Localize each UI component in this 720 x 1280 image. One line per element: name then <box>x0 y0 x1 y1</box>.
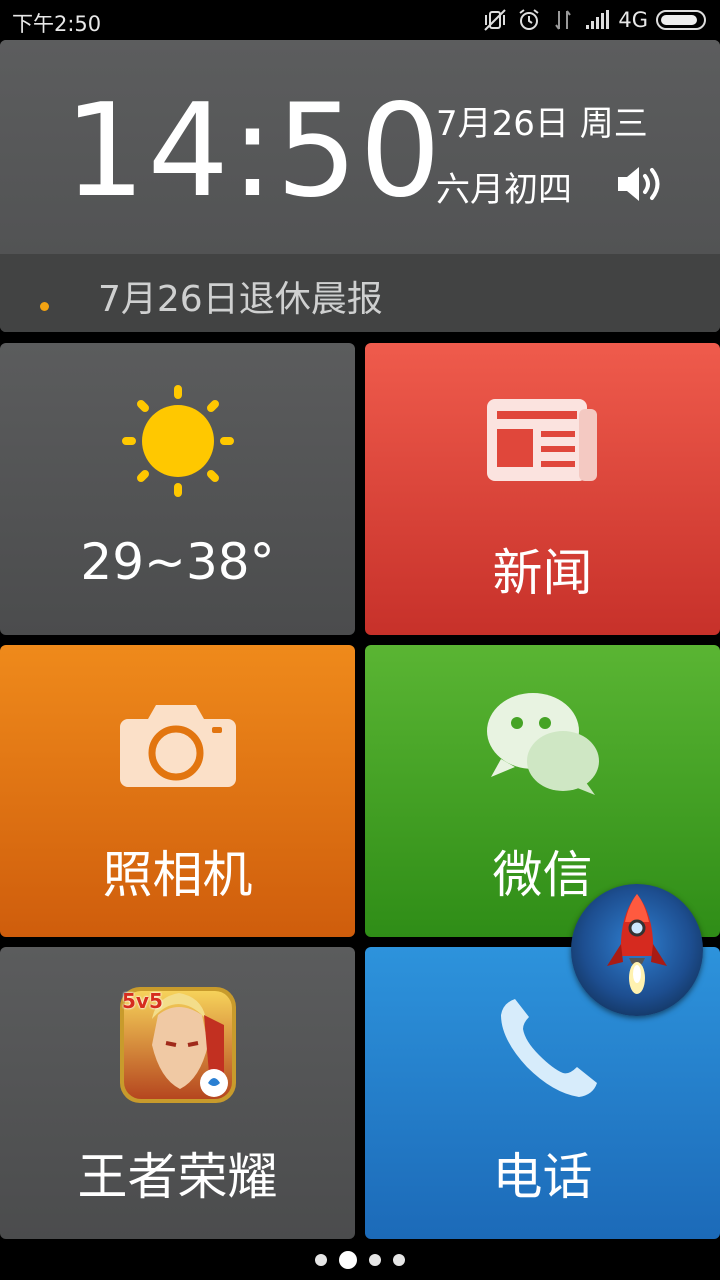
rocket-icon <box>607 894 667 994</box>
weather-tile[interactable]: 29~38° <box>0 343 355 635</box>
news-ticker-text: 7月26日退休晨报 <box>98 279 383 320</box>
status-time: 下午2:50 <box>12 12 102 36</box>
game-label: 王者荣耀 <box>77 1148 278 1206</box>
camera-tile[interactable]: 照相机 <box>0 645 355 937</box>
clock-date: 7月26日 周三 <box>436 104 648 144</box>
newspaper-icon <box>487 399 597 481</box>
alarm-icon <box>519 9 539 30</box>
battery-fill <box>661 15 697 25</box>
camera-label: 照相机 <box>102 846 253 904</box>
news-tile[interactable]: 新闻 <box>365 343 720 635</box>
wechat-icon <box>487 693 599 795</box>
battery-icon <box>656 10 706 30</box>
network-type: 4G <box>618 8 648 32</box>
vibrate-off-icon <box>484 9 507 31</box>
clock-area[interactable]: 14:50 7月26日 周三 六月初四 <box>0 40 720 254</box>
status-bar: 下午2:50 4G <box>0 0 720 40</box>
page-dot[interactable] <box>339 1251 357 1269</box>
rocket-boost-button[interactable] <box>571 884 703 1016</box>
camera-icon <box>120 705 236 787</box>
clock-lunar-date: 六月初四 <box>436 170 572 210</box>
status-icons: 4G <box>482 6 706 34</box>
signal-icon <box>586 10 610 29</box>
page-indicator <box>0 1248 720 1272</box>
page-dot[interactable] <box>393 1254 405 1266</box>
page-dot[interactable] <box>369 1254 381 1266</box>
page-dot[interactable] <box>315 1254 327 1266</box>
news-ticker[interactable]: 7月26日退休晨报 <box>0 254 720 332</box>
clock-time: 14:50 <box>64 77 443 226</box>
game-tile[interactable]: 5v5 王者荣耀 <box>0 947 355 1239</box>
clock-widget[interactable]: 14:50 7月26日 周三 六月初四 7月26日退休晨报 <box>0 40 720 332</box>
news-label: 新闻 <box>492 544 593 602</box>
game-badge: 5v5 <box>122 989 163 1013</box>
weather-temperature: 29~38° <box>80 533 275 591</box>
ticker-dot <box>40 302 49 311</box>
phone-label: 电话 <box>492 1148 593 1206</box>
data-transfer-icon <box>555 10 572 30</box>
sun-icon <box>122 385 234 497</box>
speaker-icon[interactable] <box>614 162 666 206</box>
